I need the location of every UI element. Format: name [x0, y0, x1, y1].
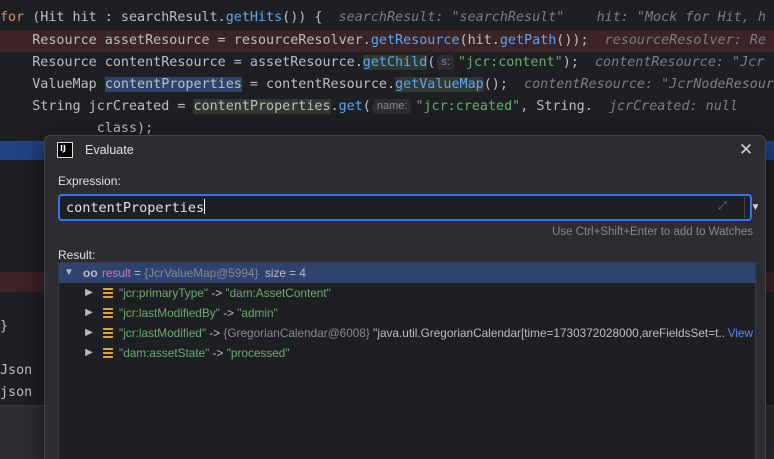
- entry-key: "jcr:lastModifiedBy": [119, 306, 220, 320]
- tree-row[interactable]: ▶ "dam:assetState" -> "processed": [59, 343, 755, 363]
- map-entry-icon: [103, 348, 113, 358]
- chevron-down-icon: ▼: [750, 202, 761, 213]
- code-line-1: for (Hit hit : searchResult.getHits()) {…: [0, 10, 766, 25]
- entry-value: "dam:AssetContent": [225, 286, 331, 300]
- close-button[interactable]: ✕: [735, 140, 757, 162]
- result-label: Result:: [58, 248, 96, 262]
- intellij-logo-icon: IJ: [57, 142, 73, 158]
- chevron-right-icon[interactable]: ▶: [83, 283, 95, 303]
- map-entry-icon: [103, 308, 113, 318]
- expression-label: Expression:: [58, 174, 121, 188]
- result-size: size = 4: [264, 266, 306, 280]
- evaluate-dialog: IJ Evaluate ✕ Expression: contentPropert…: [44, 135, 766, 459]
- entry-key: "jcr:primaryType": [119, 286, 209, 300]
- map-entry-icon: [103, 288, 113, 298]
- map-entry-icon: [103, 328, 113, 338]
- entry-key: "jcr:lastModified": [119, 326, 207, 340]
- result-name: result: [102, 266, 131, 280]
- expression-text: contentProperties: [66, 200, 205, 216]
- dialog-title-bar[interactable]: IJ Evaluate ✕: [45, 136, 765, 166]
- entry-key: "dam:assetState": [119, 346, 210, 360]
- result-type: {JcrValueMap@5994}: [144, 266, 259, 280]
- tree-row[interactable]: ▶ "jcr:lastModified" -> {GregorianCalend…: [59, 323, 755, 343]
- tree-row[interactable]: ▶ "jcr:lastModifiedBy" -> "admin": [59, 303, 755, 323]
- entry-ref: {GregorianCalendar@6008}: [223, 326, 370, 340]
- expression-input[interactable]: contentProperties ⤢ ▼: [58, 194, 760, 221]
- text-caret: [204, 199, 206, 214]
- code-line-3: Resource contentResource = assetResource…: [0, 55, 765, 70]
- entry-value: "processed": [226, 346, 290, 360]
- chevron-right-icon[interactable]: ▶: [83, 303, 95, 323]
- entry-value: "java.util.GregorianCalendar[time=173037…: [369, 326, 729, 340]
- chevron-down-icon[interactable]: ▼: [63, 263, 75, 283]
- entry-value: "admin": [237, 306, 278, 320]
- code-line-5: String jcrCreated = contentProperties.ge…: [0, 99, 738, 114]
- expand-icon[interactable]: ⤢: [718, 200, 732, 214]
- code-line-4: ValueMap contentProperties = contentReso…: [0, 77, 774, 92]
- history-dropdown-button[interactable]: ▼: [744, 197, 766, 218]
- result-tree[interactable]: ▼ oo result = {JcrValueMap@5994} size = …: [58, 262, 756, 459]
- tree-root-row[interactable]: ▼ oo result = {JcrValueMap@5994} size = …: [59, 263, 755, 283]
- dialog-title: Evaluate: [85, 143, 134, 157]
- chevron-right-icon[interactable]: ▶: [83, 323, 95, 343]
- close-icon: ✕: [738, 140, 754, 159]
- watch-glasses-icon: oo: [83, 266, 98, 280]
- chevron-right-icon[interactable]: ▶: [83, 343, 95, 363]
- view-link[interactable]: View: [723, 323, 753, 343]
- add-to-watches-hint: Use Ctrl+Shift+Enter to add to Watches: [552, 226, 753, 238]
- code-line-2: Resource assetResource = resourceResolve…: [0, 30, 774, 52]
- tree-row[interactable]: ▶ "jcr:primaryType" -> "dam:AssetContent…: [59, 283, 755, 303]
